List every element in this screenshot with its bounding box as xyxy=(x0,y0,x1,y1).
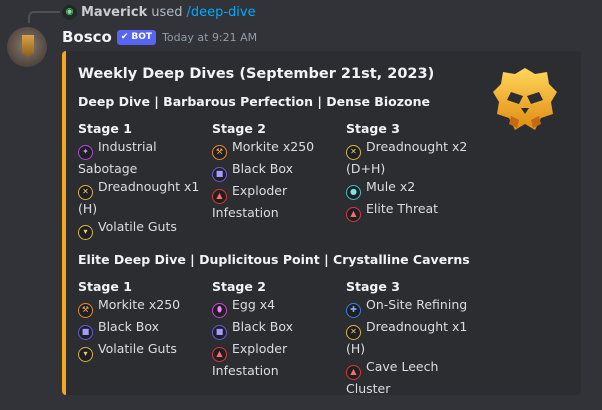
stage-title: Stage 3 xyxy=(346,279,400,294)
section-title: Elite Deep Dive | Duplicitous Point | Cr… xyxy=(78,252,470,267)
objective-item: ⚒ Morkite x250 xyxy=(212,138,346,160)
black-box-icon: ■ xyxy=(212,325,227,340)
objective-item: ▲ Elite Threat xyxy=(346,200,480,222)
objective-item: ▲ Exploder Infestation xyxy=(212,183,288,220)
stages-row: Stage 1 ✦ Industrial Sabotage ✕ Dreadnough… xyxy=(78,120,581,240)
reply-username[interactable]: Maverick xyxy=(81,5,147,20)
message-timestamp[interactable]: Today at 9:21 AM xyxy=(162,31,257,44)
egg-icon: ⬮ xyxy=(212,303,227,318)
objective-item: ✕ Dreadnought x1 (H) xyxy=(78,179,200,216)
warning-icon: ▲ xyxy=(212,347,227,362)
dreadnought-icon: ✕ xyxy=(78,185,93,200)
reply-command-link[interactable]: /deep-dive xyxy=(186,5,255,20)
warning-icon: ▲ xyxy=(212,189,227,204)
stage-column: Stage 3 ✕ Dreadnought x2 (D+H) ● Mule x2 ▲… xyxy=(346,120,480,240)
objective-item: ■ Black Box xyxy=(212,318,346,340)
objective-item: ⚒ Morkite x250 xyxy=(78,296,212,318)
bot-badge: ✔ BOT xyxy=(116,29,157,45)
objective-item: ✚ On-Site Refining xyxy=(346,296,480,318)
avatar[interactable] xyxy=(7,27,47,67)
objective-item: ▾ Volatile Guts xyxy=(78,340,212,362)
dreadnought-icon: ✕ xyxy=(346,145,361,160)
reply-avatar[interactable]: ◉ xyxy=(62,4,77,20)
message-username[interactable]: Bosco xyxy=(62,28,112,46)
pickaxe-icon: ⚒ xyxy=(212,145,227,160)
mule-icon: ● xyxy=(346,185,361,200)
objective-item: ✕ Dreadnought x1 (H) xyxy=(346,319,468,356)
black-box-icon: ■ xyxy=(78,325,93,340)
reply-used-text: used xyxy=(151,4,183,20)
embed: Weekly Deep Dives (September 21st, 2023)… xyxy=(62,51,581,398)
objective-item: ✕ Dreadnought x2 (D+H) xyxy=(346,139,468,176)
bot-badge-label: BOT xyxy=(131,32,153,42)
stage-column: Stage 1 ⚒ Morkite x250 ■ Black Box ▾ Volati… xyxy=(78,278,212,398)
black-box-icon: ■ xyxy=(212,167,227,182)
industrial-sabotage-icon: ✦ xyxy=(78,145,93,160)
warning-icon: ▲ xyxy=(346,207,361,222)
stage-title: Stage 2 xyxy=(212,121,266,136)
objective-item: ⬮ Egg x4 xyxy=(212,296,346,318)
objective-item: ✦ Industrial Sabotage xyxy=(78,139,157,176)
reply-context[interactable]: ◉ Maverick used /deep-dive xyxy=(62,3,256,21)
stage-title: Stage 1 xyxy=(78,279,132,294)
objective-item: ▲ Cave Leech Cluster xyxy=(346,359,439,396)
message-header: Bosco ✔ BOT Today at 9:21 AM xyxy=(62,27,257,47)
objective-item: ■ Black Box xyxy=(78,318,212,340)
stage-title: Stage 3 xyxy=(346,121,400,136)
objective-item: ▾ Volatile Guts xyxy=(78,218,212,240)
stage-column: Stage 3 ✚ On-Site Refining ✕ Dreadnought x… xyxy=(346,278,480,398)
dreadnought-icon: ✕ xyxy=(346,325,361,340)
stage-title: Stage 1 xyxy=(78,121,132,136)
volatile-guts-icon: ▾ xyxy=(78,347,93,362)
elite-deep-dive-section: Elite Deep Dive | Duplicitous Point | Cr… xyxy=(78,252,581,398)
reply-connector-line xyxy=(28,11,60,23)
objective-item: ■ Black Box xyxy=(212,160,346,182)
stages-row: Stage 1 ⚒ Morkite x250 ■ Black Box ▾ Volati… xyxy=(78,278,581,398)
objective-item: ● Mule x2 xyxy=(346,178,480,200)
stage-title: Stage 2 xyxy=(212,279,266,294)
stage-column: Stage 2 ⚒ Morkite x250 ■ Black Box ▲ Explod… xyxy=(212,120,346,240)
warning-icon: ▲ xyxy=(346,365,361,380)
volatile-guts-icon: ▾ xyxy=(78,225,93,240)
pickaxe-icon: ⚒ xyxy=(78,303,93,318)
verified-check-icon: ✔ xyxy=(120,32,129,42)
drg-skull-emblem-icon[interactable] xyxy=(491,66,559,136)
objective-item: ▲ Exploder Infestation xyxy=(212,341,288,378)
stage-column: Stage 1 ✦ Industrial Sabotage ✕ Dreadnough… xyxy=(78,120,212,240)
stage-column: Stage 2 ⬮ Egg x4 ■ Black Box ▲ Exploder Inf… xyxy=(212,278,346,398)
on-site-refining-icon: ✚ xyxy=(346,303,361,318)
